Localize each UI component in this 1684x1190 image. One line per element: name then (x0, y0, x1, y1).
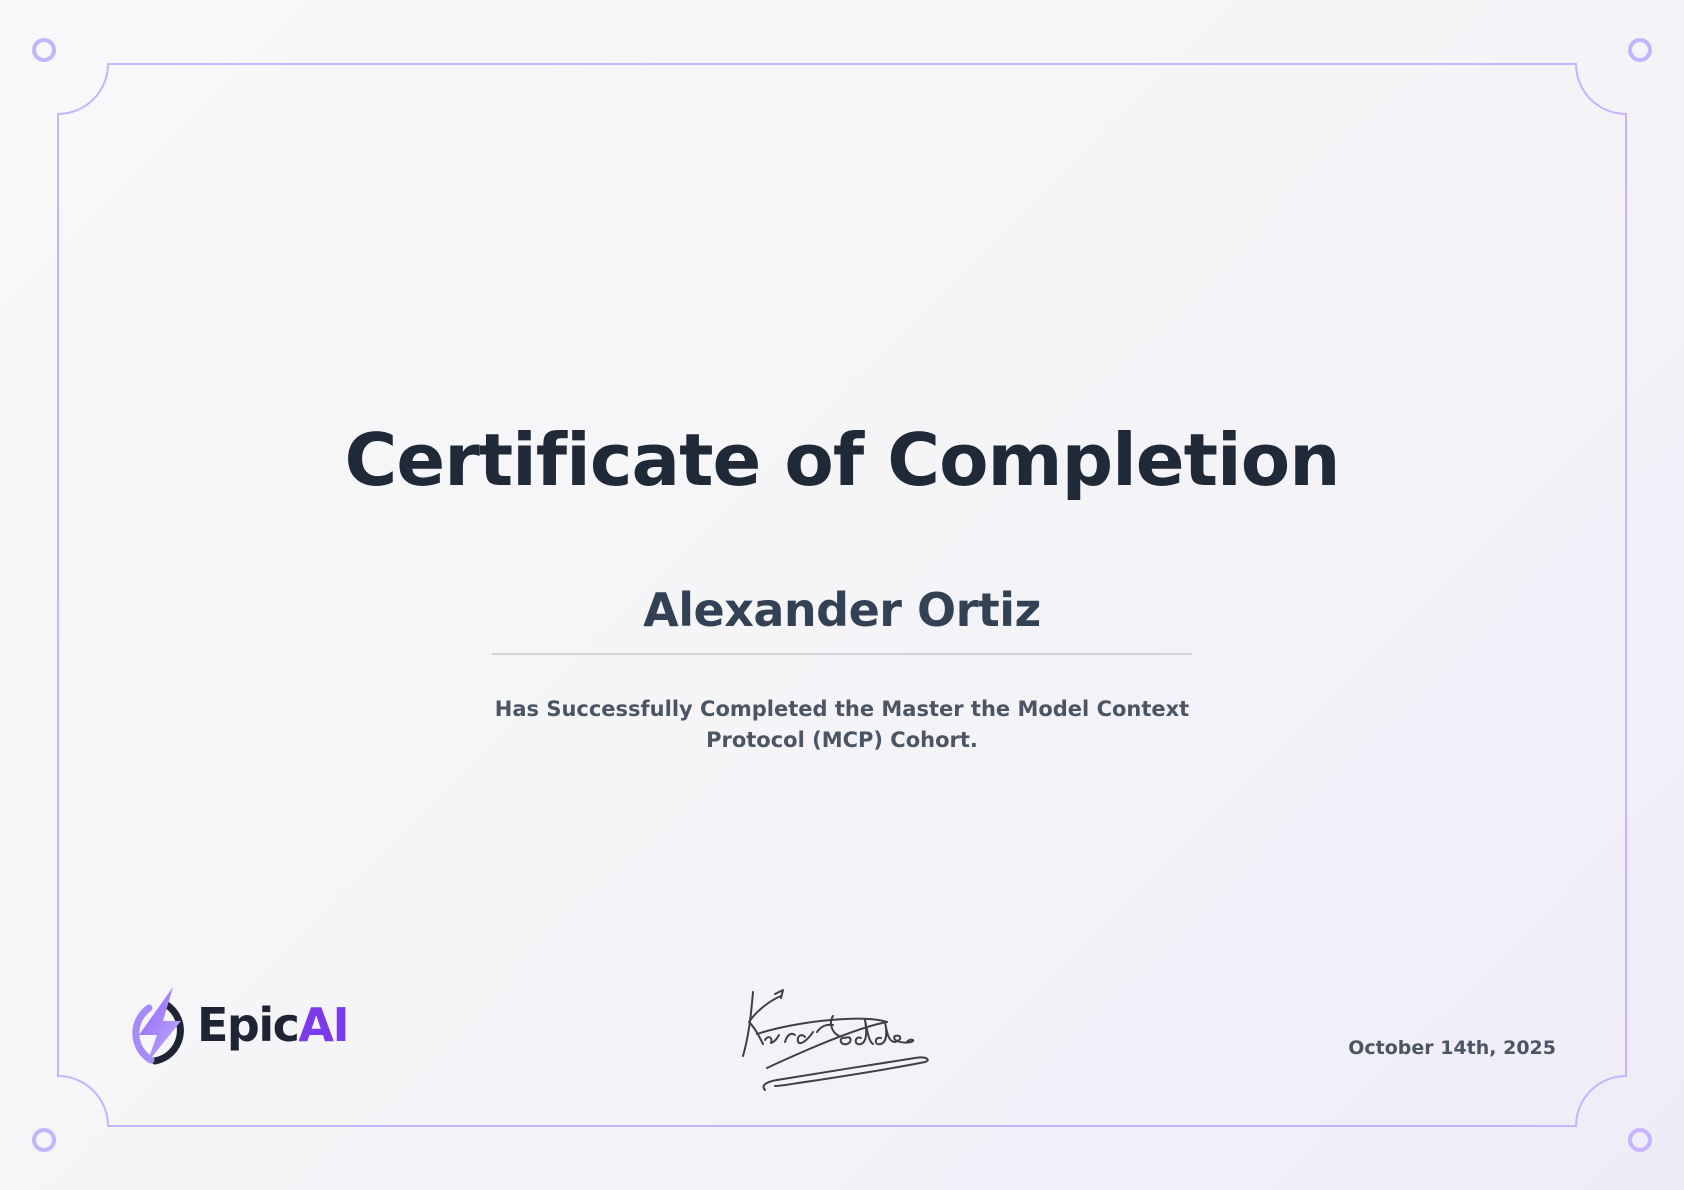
corner-dot-bottom-right (1628, 1128, 1652, 1152)
signature-image (742, 989, 929, 1091)
corner-dot-bottom-left (32, 1128, 56, 1152)
name-underline (492, 653, 1192, 655)
lightning-bolt-icon (132, 987, 184, 1065)
brand-name-ai: AI (298, 998, 349, 1052)
brand-name: EpicAI (197, 995, 350, 1055)
recipient-name: Alexander Ortiz (643, 583, 1041, 637)
certificate-title: Certificate of Completion (344, 418, 1341, 502)
corner-dot-top-right (1628, 38, 1652, 62)
brand-name-epic: Epic (197, 998, 300, 1052)
epic-ai-logo: EpicAI (125, 985, 350, 1065)
completion-description: Has Successfully Completed the Master th… (494, 697, 1190, 752)
completion-date: October 14th, 2025 (1348, 1037, 1556, 1059)
corner-dot-top-left (32, 38, 56, 62)
